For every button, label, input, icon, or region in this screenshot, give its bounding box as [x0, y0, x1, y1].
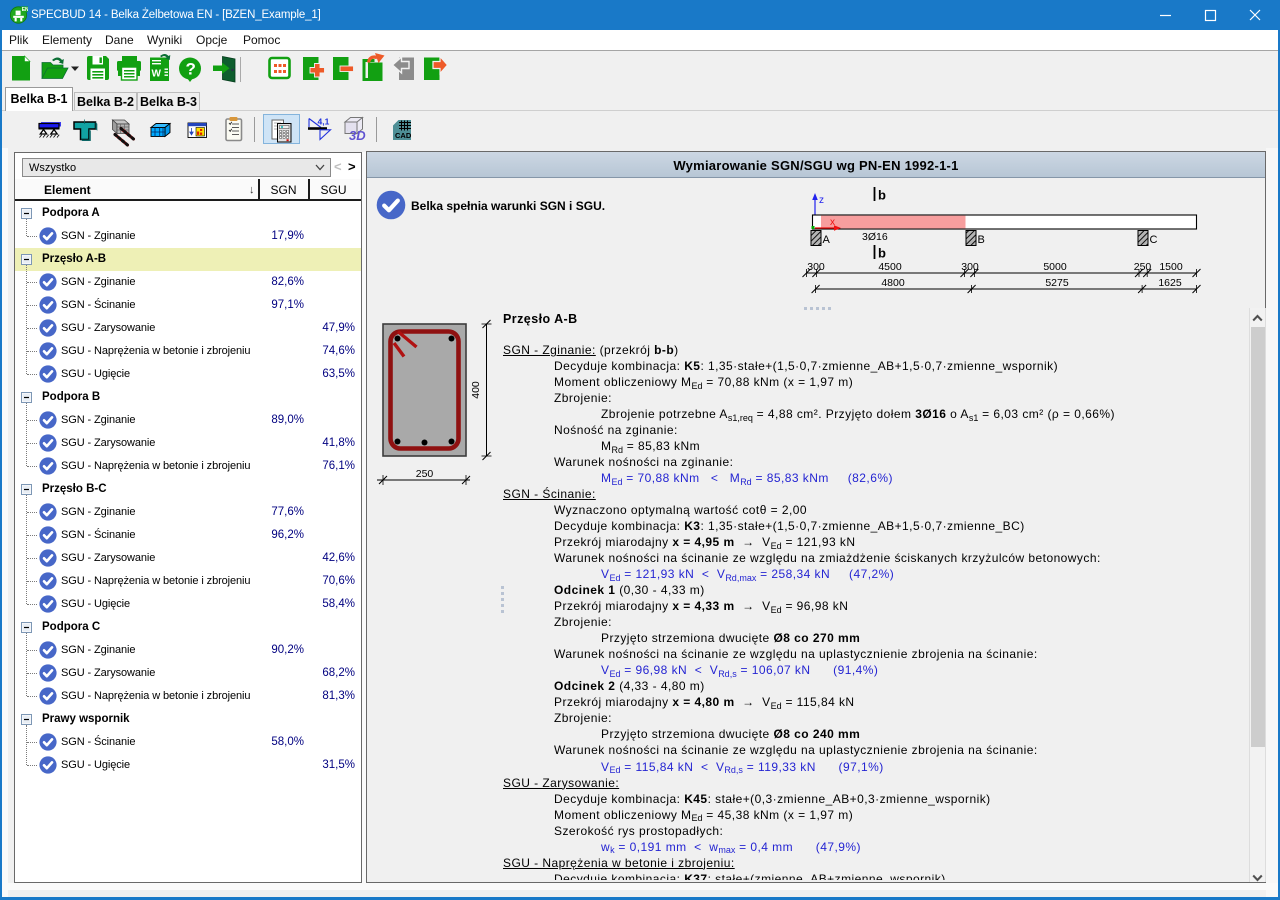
svg-text:b: b — [878, 246, 886, 261]
svg-text:CAD: CAD — [395, 131, 412, 140]
svg-text:C: C — [1150, 234, 1158, 246]
svg-text:B: B — [978, 234, 985, 246]
svg-text:W: W — [152, 69, 162, 80]
svg-text:x: x — [830, 217, 835, 228]
svg-text:1500: 1500 — [1159, 261, 1183, 273]
svg-text:4,1: 4,1 — [318, 117, 330, 127]
svg-text:EN: EN — [22, 7, 28, 13]
svg-text:b: b — [878, 188, 886, 203]
svg-text:z: z — [819, 195, 824, 206]
svg-text:4500: 4500 — [878, 261, 902, 273]
svg-text:5000: 5000 — [1043, 261, 1067, 273]
svg-text:5275: 5275 — [1045, 277, 1069, 289]
svg-text:300: 300 — [807, 261, 825, 273]
svg-text:3D: 3D — [349, 128, 366, 143]
svg-text:4800: 4800 — [881, 277, 905, 289]
svg-text:3Ø16: 3Ø16 — [862, 231, 888, 243]
svg-text:1625: 1625 — [1158, 277, 1182, 289]
svg-text:A: A — [823, 234, 831, 246]
svg-text:300: 300 — [961, 261, 979, 273]
svg-text:?: ? — [186, 60, 196, 79]
svg-text:250: 250 — [1134, 261, 1152, 273]
svg-text:400: 400 — [470, 381, 482, 399]
svg-text:250: 250 — [416, 468, 434, 480]
